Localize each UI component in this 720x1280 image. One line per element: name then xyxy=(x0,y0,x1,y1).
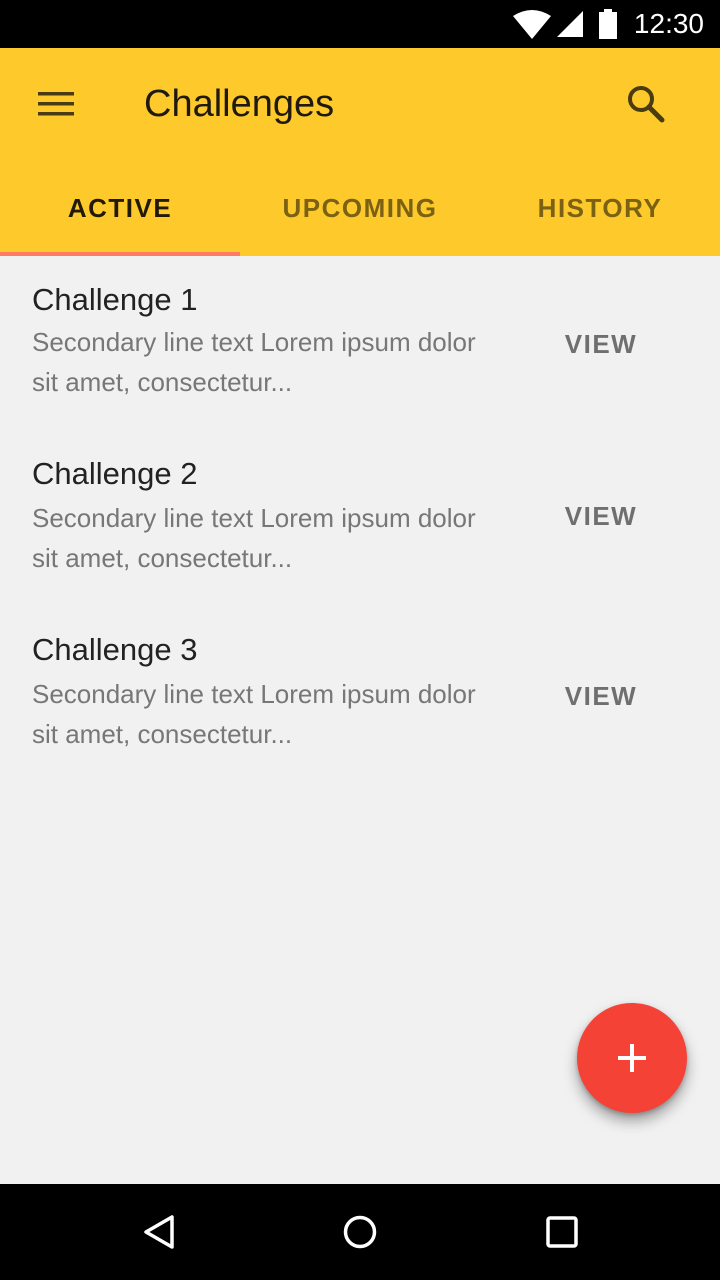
tab-upcoming[interactable]: UPCOMING xyxy=(240,160,480,256)
back-icon xyxy=(144,1215,174,1249)
tab-history[interactable]: HISTORY xyxy=(480,160,720,256)
recents-button[interactable] xyxy=(526,1196,598,1268)
item-secondary-text: Secondary line text Lorem ipsum dolor si… xyxy=(32,327,476,397)
list-item[interactable]: Challenge 1 Secondary line text Lorem ip… xyxy=(0,276,720,426)
list-item[interactable]: Challenge 3 Secondary line text Lorem ip… xyxy=(0,626,720,776)
search-icon xyxy=(628,86,665,123)
tab-active[interactable]: ACTIVE xyxy=(0,160,240,256)
navigation-bar xyxy=(0,1184,720,1280)
recents-icon xyxy=(546,1216,578,1248)
view-button[interactable]: VIEW xyxy=(540,668,662,724)
item-secondary-text: Secondary line text Lorem ipsum dolor si… xyxy=(32,679,476,749)
signal-icon xyxy=(556,0,584,48)
item-secondary-text: Secondary line text Lorem ipsum dolor si… xyxy=(32,503,476,573)
status-bar: 12:30 xyxy=(0,0,720,48)
tab-indicator xyxy=(0,252,240,256)
hamburger-menu-icon xyxy=(38,92,74,116)
wifi-icon xyxy=(512,0,552,48)
battery-icon xyxy=(598,0,618,48)
item-title: Challenge 3 xyxy=(32,632,198,667)
list-item[interactable]: Challenge 2 Secondary line text Lorem ip… xyxy=(0,450,720,600)
page-title: Challenges xyxy=(144,83,335,125)
status-time: 12:30 xyxy=(633,8,704,39)
add-challenge-button[interactable] xyxy=(577,1003,687,1113)
view-button[interactable]: VIEW xyxy=(540,488,662,544)
search-button[interactable] xyxy=(610,68,682,140)
home-icon xyxy=(343,1215,377,1249)
app-bar: Challenges ACTIVE UPCOMING HISTORY xyxy=(0,48,720,256)
menu-button[interactable] xyxy=(20,68,92,140)
plus-icon xyxy=(618,1044,646,1072)
item-title: Challenge 2 xyxy=(32,456,198,491)
tab-bar: ACTIVE UPCOMING HISTORY xyxy=(0,160,720,256)
item-title: Challenge 1 xyxy=(32,282,198,317)
back-button[interactable] xyxy=(124,1196,196,1268)
home-button[interactable] xyxy=(324,1196,396,1268)
view-button[interactable]: VIEW xyxy=(540,316,662,372)
